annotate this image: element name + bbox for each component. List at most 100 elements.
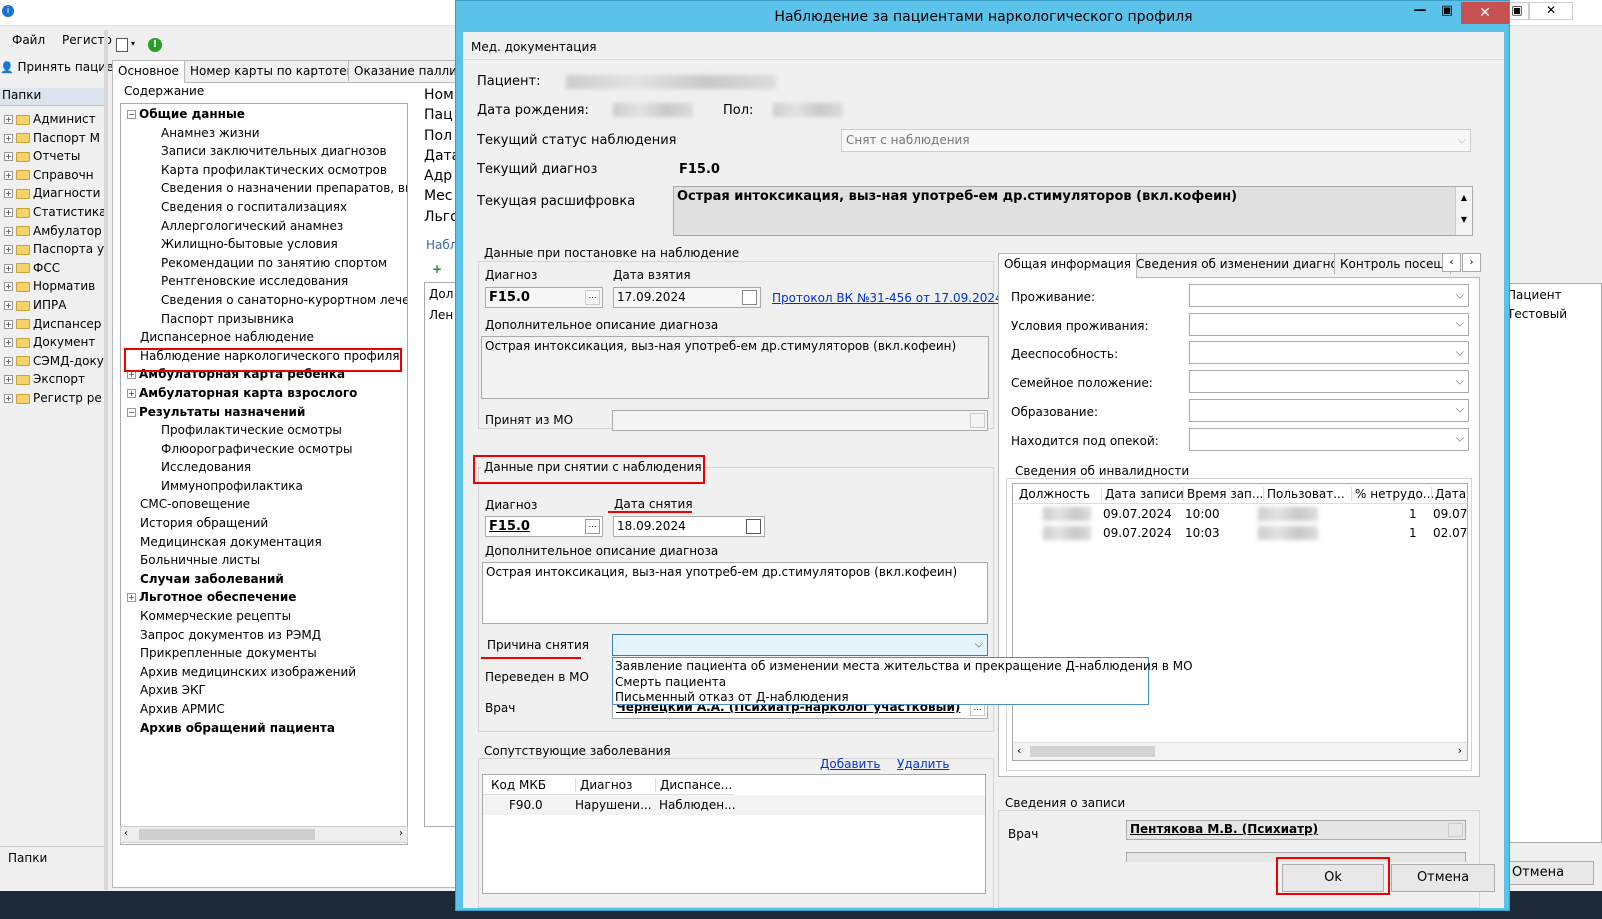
tree-item[interactable]: Карта профилактических осмотров [127,161,407,180]
ellipsis-icon[interactable]: … [585,519,600,534]
dialog-maximize-button[interactable]: ▣ [1434,3,1460,23]
tree-item[interactable]: Флюорографические осмотры [127,440,407,459]
dialog-menu-meddoc[interactable]: Мед. документация [471,40,596,54]
folder-item[interactable]: + Документ [4,333,95,351]
tree-item[interactable]: Больничные листы [127,551,407,570]
folder-item[interactable]: + Админист [4,110,96,128]
folder-item[interactable]: + Диагности [4,184,100,202]
tree-item[interactable]: Случаи заболеваний [127,570,407,589]
disability-hscroll[interactable]: ‹ › [1013,742,1467,760]
calendar-checkbox-icon[interactable] [742,290,757,305]
folder-item[interactable]: + Справочн [4,166,94,184]
tab-general-info[interactable]: Общая информация [998,253,1137,278]
protocol-link[interactable]: Протокол ВК №31-456 от 17.09.2024 [772,291,1003,305]
tab-visit-control[interactable]: Контроль посещ [1334,253,1451,274]
tree-item[interactable]: СМС-оповещение [127,495,407,514]
scroll-left-icon[interactable]: ‹ [1017,744,1021,757]
expand-icon[interactable]: + [127,593,136,603]
disability-col[interactable]: Время зап... [1183,487,1263,501]
expand-icon[interactable]: + [4,226,13,236]
tree-item[interactable]: Жилищно-бытовые условия [127,235,407,254]
tree-item[interactable]: Коммерческие рецепты [127,607,407,626]
delete-comorbid-link[interactable]: Удалить [897,757,950,771]
tree-item[interactable]: + Льготное обеспечение [127,588,407,607]
folder-item[interactable]: + Экспорт [4,370,85,388]
ellipsis-icon[interactable] [1448,823,1463,837]
expand-icon[interactable]: + [4,170,13,180]
tree-item[interactable]: Архив медицинских изображений [127,663,407,682]
folder-item[interactable]: + СЭМД-доку [4,352,104,370]
tree-item[interactable]: Иммунопрофилактика [127,477,407,496]
reg-date-field[interactable]: 17.09.2024 [613,287,761,308]
general-field-select[interactable]: ⌵ [1189,427,1469,451]
tree-item[interactable]: Записи заключительных диагнозов [127,142,407,161]
table-row[interactable]: F90.0 Нарушени... Наблюден... [483,795,985,815]
expand-icon[interactable]: + [4,375,13,385]
main-menu-file[interactable]: Файл [12,33,45,47]
expand-icon[interactable]: + [4,301,13,310]
tree-item[interactable]: Исследования [127,458,407,477]
decoding-scrollbar[interactable]: ▲ ▼ [1455,187,1472,235]
reg-diag-field[interactable]: F15.0 … [485,287,603,308]
tree-item[interactable]: Профилактические осмотры [127,421,407,440]
dereg-diag-field[interactable]: F15.0 … [485,516,603,537]
general-field-select[interactable]: ⌵ [1189,312,1469,336]
tree-item[interactable]: Диспансерное наблюдение [127,328,407,347]
add-comorbid-link[interactable]: Добавить [820,757,880,771]
doc-icon[interactable] [116,38,128,52]
folder-item[interactable]: + Паспорта у [4,240,104,258]
expand-icon[interactable]: + [127,388,136,398]
folder-item[interactable]: + ФСС [4,259,60,277]
folder-item[interactable]: + Амбулатор [4,222,102,240]
main-close-button[interactable]: ✕ [1529,2,1573,20]
scroll-left-icon[interactable]: ‹ [124,828,128,839]
folder-item[interactable]: + Статистика [4,203,104,221]
tab-card-number[interactable]: Номер карты по картотеке [184,60,368,81]
expand-icon[interactable]: + [4,133,13,143]
tree-item[interactable]: Рекомендации по занятию спортом [127,254,407,273]
table-row[interactable]: 09.07.2024 10:00 1 09.07 [1013,505,1467,524]
chevron-down-icon[interactable]: ▾ [131,39,135,48]
reason-option[interactable]: Письменный отказ от Д-наблюдения [615,690,1146,706]
expand-icon[interactable]: + [4,338,13,348]
disability-col[interactable]: Должность [1019,487,1090,501]
tree-item[interactable]: История обращений [127,514,407,533]
dialog-minimize-button[interactable]: — [1407,3,1433,23]
tree-item[interactable]: + Амбулаторная карта взрослого [127,384,407,403]
folder-item[interactable]: + Отчеты [4,147,80,165]
from-mo-field[interactable] [612,410,988,431]
tab-scroll-left-icon[interactable]: ‹ [1442,253,1461,272]
folder-item[interactable]: + Регистр ре [4,389,102,407]
tree-item[interactable]: Сведения о санаторно-курортном лечении [127,291,407,310]
decoding-field[interactable]: Острая интоксикация, выз-ная употреб-ем … [673,186,1473,236]
tree-item[interactable]: Сведения о назначении препаратов, выз [127,179,407,198]
dereg-date-field[interactable]: 18.09.2024 [613,516,765,537]
tree-hscroll[interactable]: ‹ › [120,826,408,843]
expand-icon[interactable]: + [4,152,13,162]
collapse-icon[interactable]: − [127,110,136,119]
tree-item[interactable]: Архив АРМИС [127,700,407,719]
tree-item[interactable]: Анамнез жизни [127,124,407,143]
expand-icon[interactable]: + [4,319,13,329]
reason-select[interactable]: ⌵ [612,634,988,656]
tree-item[interactable]: Паспорт призывника [127,310,407,329]
disability-col[interactable]: Пользоват... [1263,487,1345,501]
tree-item[interactable]: Сведения о госпитализациях [127,198,407,217]
dereg-desc-field[interactable]: Острая интоксикация, выз-ная употреб-ем … [482,562,988,624]
scroll-right-icon[interactable]: › [1458,744,1462,757]
record-doctor-field[interactable]: Пентякова М.В. (Психиатр) [1126,820,1466,840]
col-dispensary[interactable]: Диспансе... [655,778,732,792]
tree-item[interactable]: Архив обращений пациента [127,719,407,738]
general-field-select[interactable]: ⌵ [1189,370,1469,394]
tree-item[interactable]: Аллергологический анамнез [127,217,407,236]
scroll-thumb[interactable] [139,829,315,840]
reason-option[interactable]: Смерть пациента [615,675,1146,691]
general-field-select[interactable]: ⌵ [1189,398,1469,422]
scroll-thumb[interactable] [1030,746,1155,757]
ellipsis-icon[interactable]: … [585,290,600,305]
tree-item[interactable]: − Результаты назначений [127,403,407,422]
reason-option[interactable]: Заявление пациента об изменении места жи… [615,659,1193,675]
tree-item[interactable]: Прикрепленные документы [127,644,407,663]
col-diagnosis[interactable]: Диагноз [575,778,632,792]
scroll-right-icon[interactable]: › [399,828,403,839]
